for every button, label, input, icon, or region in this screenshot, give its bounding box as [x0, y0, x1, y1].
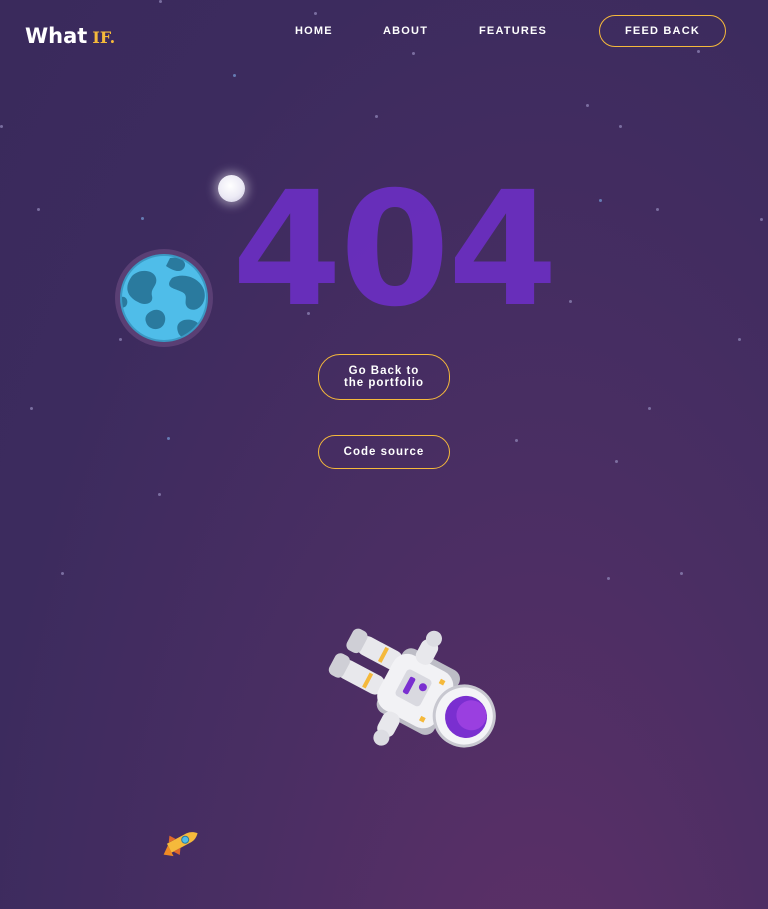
go-back-line-2: the portfolio	[343, 377, 425, 389]
nav-about-link[interactable]: ABOUT	[383, 25, 428, 37]
earth-icon	[115, 249, 213, 347]
rocket-icon	[163, 832, 198, 857]
go-back-portfolio-button[interactable]: Go Back to the portfolio	[318, 354, 450, 400]
go-back-line-1: Go Back to	[348, 365, 420, 377]
feedback-button[interactable]: FEED BACK	[599, 15, 726, 47]
error-code-heading: 404	[232, 158, 558, 342]
nav-features-link[interactable]: FEATURES	[479, 25, 547, 37]
code-source-button[interactable]: Code source	[318, 435, 450, 469]
astronaut-illustration	[328, 628, 496, 748]
nav-home-link[interactable]: HOME	[295, 25, 333, 37]
